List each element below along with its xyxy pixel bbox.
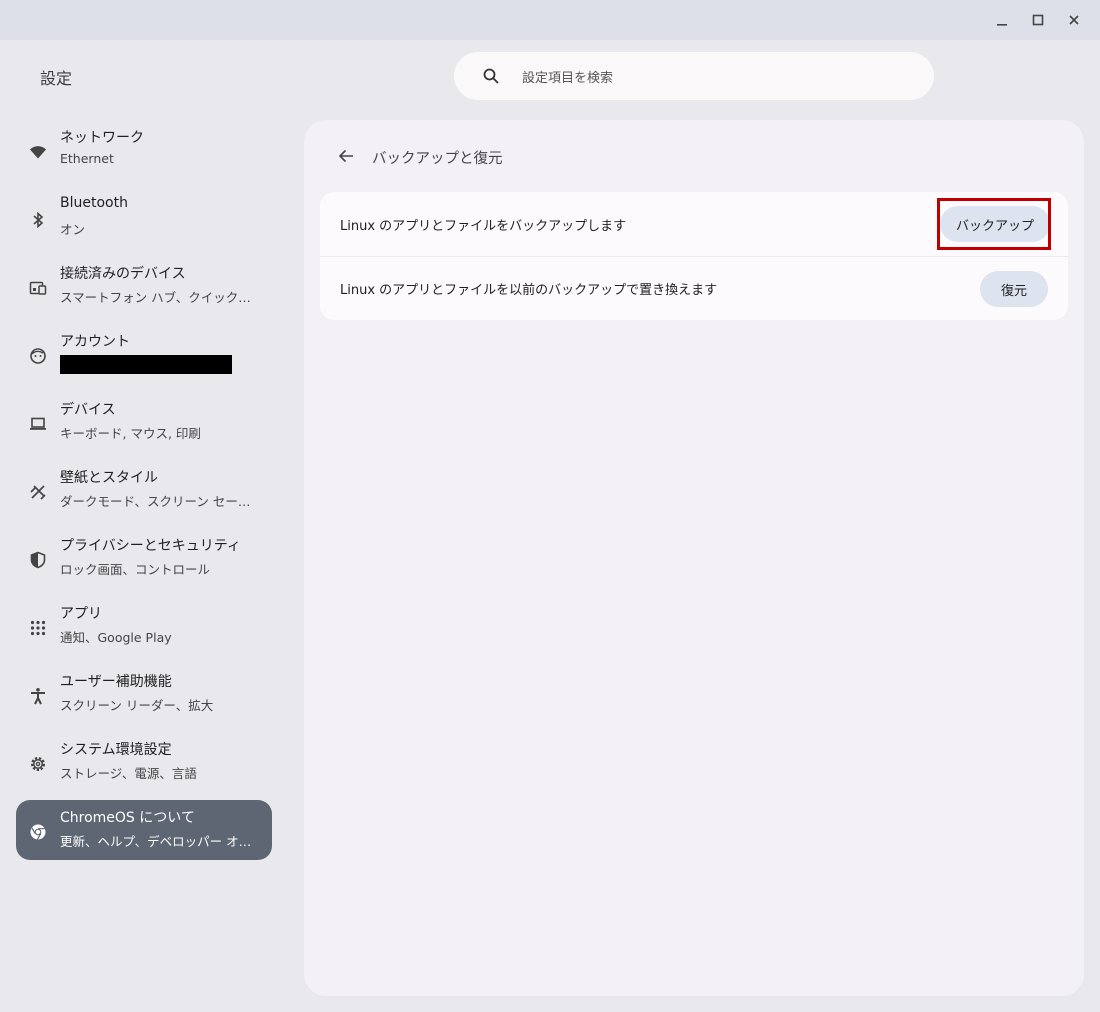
sidebar-item-bluetooth[interactable]: Bluetooth オン xyxy=(16,188,272,248)
sidebar-item-label: プライバシーとセキュリティ xyxy=(60,538,241,554)
sidebar-item-label: 接続済みのデバイス xyxy=(60,266,186,282)
accessibility-icon xyxy=(28,686,48,706)
sidebar-item-sublabel: ロック画面、コントロール xyxy=(60,562,211,577)
sidebar-item-label: ネットワーク xyxy=(60,130,144,146)
bluetooth-icon xyxy=(28,210,48,230)
chrome-icon xyxy=(28,822,48,842)
sidebar-item-label: システム環境設定 xyxy=(60,742,172,758)
sidebar-item-sublabel: ダークモード、スクリーン セー… xyxy=(60,494,251,509)
shield-icon xyxy=(28,550,48,570)
sidebar-item-sublabel: Ethernet xyxy=(60,151,114,166)
sidebar-item-sublabel: ストレージ、電源、言語 xyxy=(60,766,197,781)
connected-devices-icon xyxy=(28,278,48,298)
search-input[interactable]: 設定項目を検索 xyxy=(454,52,934,100)
close-icon[interactable] xyxy=(1060,6,1088,34)
restore-description: Linux のアプリとファイルを以前のバックアップで置き換えます xyxy=(340,283,718,298)
sidebar-item-label: ChromeOS について xyxy=(60,810,195,826)
sidebar-item-label: Bluetooth xyxy=(60,195,128,211)
page-title: バックアップと復元 xyxy=(372,151,503,167)
sidebar-item-label: アプリ xyxy=(60,606,102,622)
sidebar: ネットワーク Ethernet Bluetooth オン 接続済みのデバイス ス… xyxy=(16,120,272,868)
back-arrow-icon[interactable] xyxy=(336,146,356,166)
sidebar-item-label: 壁紙とスタイル xyxy=(60,470,158,486)
sidebar-item-privacy-security[interactable]: プライバシーとセキュリティ ロック画面、コントロール xyxy=(16,528,272,588)
sidebar-item-device[interactable]: デバイス キーボード, マウス, 印刷 xyxy=(16,392,272,452)
restore-row: Linux のアプリとファイルを以前のバックアップで置き換えます 復元 xyxy=(320,256,1068,320)
sidebar-item-label: デバイス xyxy=(60,402,116,418)
maximize-icon[interactable] xyxy=(1024,6,1052,34)
sidebar-item-connected-devices[interactable]: 接続済みのデバイス スマートフォン ハブ、クイック… xyxy=(16,256,272,316)
main-panel: バックアップと復元 Linux のアプリとファイルをバックアップします バックア… xyxy=(304,120,1084,996)
backup-description: Linux のアプリとファイルをバックアップします xyxy=(340,219,627,234)
sidebar-item-wallpaper-style[interactable]: 壁紙とスタイル ダークモード、スクリーン セー… xyxy=(16,460,272,520)
sidebar-item-label: アカウント xyxy=(60,334,130,350)
sidebar-item-accessibility[interactable]: ユーザー補助機能 スクリーン リーダー、拡大 xyxy=(16,664,272,724)
redacted-account-email xyxy=(60,355,232,374)
restore-button[interactable]: 復元 xyxy=(980,271,1048,307)
apps-grid-icon xyxy=(28,618,48,638)
wifi-icon xyxy=(28,142,48,162)
laptop-icon xyxy=(28,414,48,434)
minimize-icon[interactable] xyxy=(988,6,1016,34)
gear-icon xyxy=(28,754,48,774)
account-icon xyxy=(28,346,48,366)
sidebar-item-sublabel: 更新、ヘルプ、デベロッパー オ… xyxy=(60,834,252,849)
sidebar-item-label: ユーザー補助機能 xyxy=(60,674,172,690)
app-title: 設定 xyxy=(40,69,73,88)
sidebar-item-network[interactable]: ネットワーク Ethernet xyxy=(16,120,272,180)
sidebar-item-sublabel: オン xyxy=(60,222,86,237)
search-icon xyxy=(482,67,500,85)
sidebar-item-apps[interactable]: アプリ 通知、Google Play xyxy=(16,596,272,656)
sidebar-item-account[interactable]: アカウント xyxy=(16,324,272,384)
window-titlebar xyxy=(0,0,1100,40)
highlight-box xyxy=(937,198,1051,250)
palette-icon xyxy=(28,482,48,502)
sidebar-item-sublabel: 通知、Google Play xyxy=(60,630,172,645)
search-placeholder: 設定項目を検索 xyxy=(522,70,614,86)
sidebar-item-sublabel: スマートフォン ハブ、クイック… xyxy=(60,290,251,305)
sidebar-item-sublabel: スクリーン リーダー、拡大 xyxy=(60,698,214,713)
sidebar-item-system-preferences[interactable]: システム環境設定 ストレージ、電源、言語 xyxy=(16,732,272,792)
sidebar-item-about-chromeos[interactable]: ChromeOS について 更新、ヘルプ、デベロッパー オ… xyxy=(16,800,272,860)
sidebar-item-sublabel: キーボード, マウス, 印刷 xyxy=(60,426,201,441)
